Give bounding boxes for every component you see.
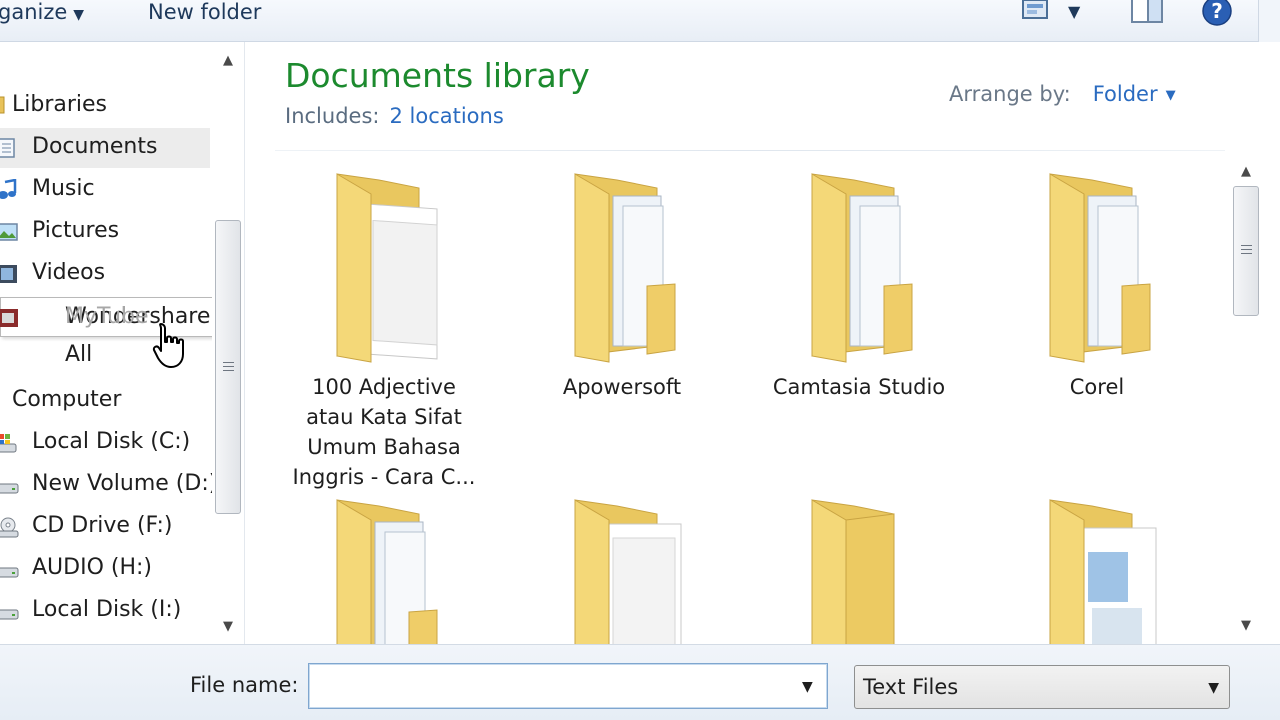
folder-item[interactable] <box>992 492 1202 644</box>
chevron-down-icon: ▼ <box>1208 680 1219 696</box>
library-title: Documents library <box>285 56 590 95</box>
content-pane: Documents library Includes: 2 locations A… <box>244 42 1280 644</box>
folder-icon <box>811 499 895 644</box>
folder-name: 100 Adjective atau Kata Sifat Umum Bahas… <box>292 375 476 489</box>
file-type-value: Text Files <box>863 675 959 699</box>
change-view-button[interactable] <box>1022 0 1050 26</box>
grip-line <box>223 362 234 363</box>
arrange-by-label: Arrange by: <box>949 82 1071 106</box>
nav-item-label: Pictures <box>32 218 120 243</box>
folder-icon <box>574 499 682 644</box>
nav-item-label: CD Drive (F:) <box>32 513 173 538</box>
folder-name: Corel <box>1069 375 1125 399</box>
scroll-down-arrow-icon[interactable]: ▼ <box>1239 618 1253 633</box>
hard-drive-icon <box>0 609 19 620</box>
library-includes: Includes: 2 locations <box>285 104 504 128</box>
arrange-by: Arrange by: Folder ▼ <box>949 82 1176 106</box>
cd-drive-icon <box>0 517 19 538</box>
hard-drive-icon <box>0 483 19 494</box>
content-scrollbar[interactable]: ▲ ▼ <box>1231 156 1261 644</box>
chevron-down-icon[interactable]: ▼ <box>1166 88 1176 103</box>
nav-item-label: New Volume (D:) <box>32 471 218 496</box>
file-type-dropdown[interactable]: Text Files ▼ <box>854 665 1230 709</box>
grip-line <box>1241 249 1252 250</box>
folder-icon <box>336 499 438 644</box>
preview-pane-icon <box>1131 0 1163 23</box>
folder-item[interactable] <box>754 492 964 644</box>
folder-item[interactable]: 100 Adjective atau Kata Sifat Umum Bahas… <box>279 166 489 492</box>
includes-label: Includes: <box>285 104 380 128</box>
dialog-footer: File name: ▼ Text Files ▼ <box>0 644 1280 720</box>
tooltip-faded-text: MyTube <box>65 304 149 329</box>
folder-icon <box>336 173 438 363</box>
view-options-chevron-icon[interactable]: ▼ <box>1068 0 1080 28</box>
videos-icon <box>0 265 17 283</box>
folder-item[interactable] <box>517 492 727 644</box>
header-divider <box>275 150 1225 151</box>
preview-pane-button[interactable] <box>1130 0 1164 28</box>
view-icon <box>1022 0 1048 19</box>
svg-text:?: ? <box>1211 0 1223 23</box>
file-name-label: File name: <box>190 673 299 697</box>
nav-computer-label: Computer <box>12 387 122 412</box>
folder-icon <box>574 173 676 363</box>
grip-line <box>223 370 234 371</box>
libraries-icon <box>0 96 5 114</box>
help-button[interactable]: ? <box>1200 0 1234 30</box>
new-folder-button[interactable]: New folder <box>148 0 261 30</box>
folder-icon <box>1049 173 1151 363</box>
folder-item[interactable]: Apowersoft <box>517 166 727 402</box>
folder-name: Camtasia Studio <box>772 375 946 399</box>
folder-icon <box>1049 499 1157 644</box>
scroll-down-arrow-icon[interactable]: ▼ <box>220 620 236 634</box>
folder-item[interactable]: Camtasia Studio <box>754 166 964 402</box>
scroll-up-arrow-icon[interactable]: ▲ <box>1239 164 1253 179</box>
scrollbar-thumb[interactable] <box>215 220 241 514</box>
file-name-input[interactable] <box>308 663 828 709</box>
organize-button[interactable]: ganize ▼ <box>0 0 84 30</box>
nav-item-label: Music <box>32 176 95 201</box>
chevron-down-icon: ▼ <box>73 7 85 23</box>
nav-scrollbar[interactable]: ▲ ▼ <box>212 42 244 644</box>
help-icon: ? <box>1202 0 1232 26</box>
documents-icon <box>0 138 15 158</box>
toolbar-edge <box>1258 0 1280 42</box>
folder-icon <box>811 173 913 363</box>
file-name-history-chevron-icon[interactable]: ▼ <box>802 679 813 695</box>
nav-item-label: AUDIO (H:) <box>32 555 153 580</box>
arrange-by-dropdown[interactable]: Folder <box>1093 82 1158 106</box>
navigation-pane: Libraries Documents Music Pictures Video… <box>0 42 300 644</box>
pictures-icon <box>0 223 18 241</box>
scroll-up-arrow-icon[interactable]: ▲ <box>220 54 236 68</box>
includes-locations-link[interactable]: 2 locations <box>389 104 503 128</box>
grip-line <box>1241 253 1252 254</box>
nav-item-label: Videos <box>32 260 106 285</box>
grip-line <box>1241 245 1252 246</box>
command-bar: ganize ▼ New folder ▼ ? <box>0 0 1280 42</box>
folder-item[interactable] <box>279 492 489 644</box>
hand-cursor-icon <box>152 323 184 368</box>
nav-libraries-label: Libraries <box>12 92 108 117</box>
scrollbar-thumb[interactable] <box>1233 186 1259 316</box>
system-drive-icon <box>0 434 17 453</box>
wondershare-icon <box>0 309 18 327</box>
nav-item-label: Local Disk (C:) <box>32 429 191 454</box>
folder-name: Apowersoft <box>562 375 682 399</box>
nav-item-label: Documents <box>32 134 158 159</box>
grip-line <box>223 366 234 367</box>
nav-item-label: Local Disk (I:) <box>32 597 182 622</box>
music-icon <box>0 179 17 199</box>
organize-label: ganize <box>0 0 68 24</box>
hard-drive-icon <box>0 567 19 578</box>
folder-item[interactable]: Corel <box>992 166 1202 402</box>
